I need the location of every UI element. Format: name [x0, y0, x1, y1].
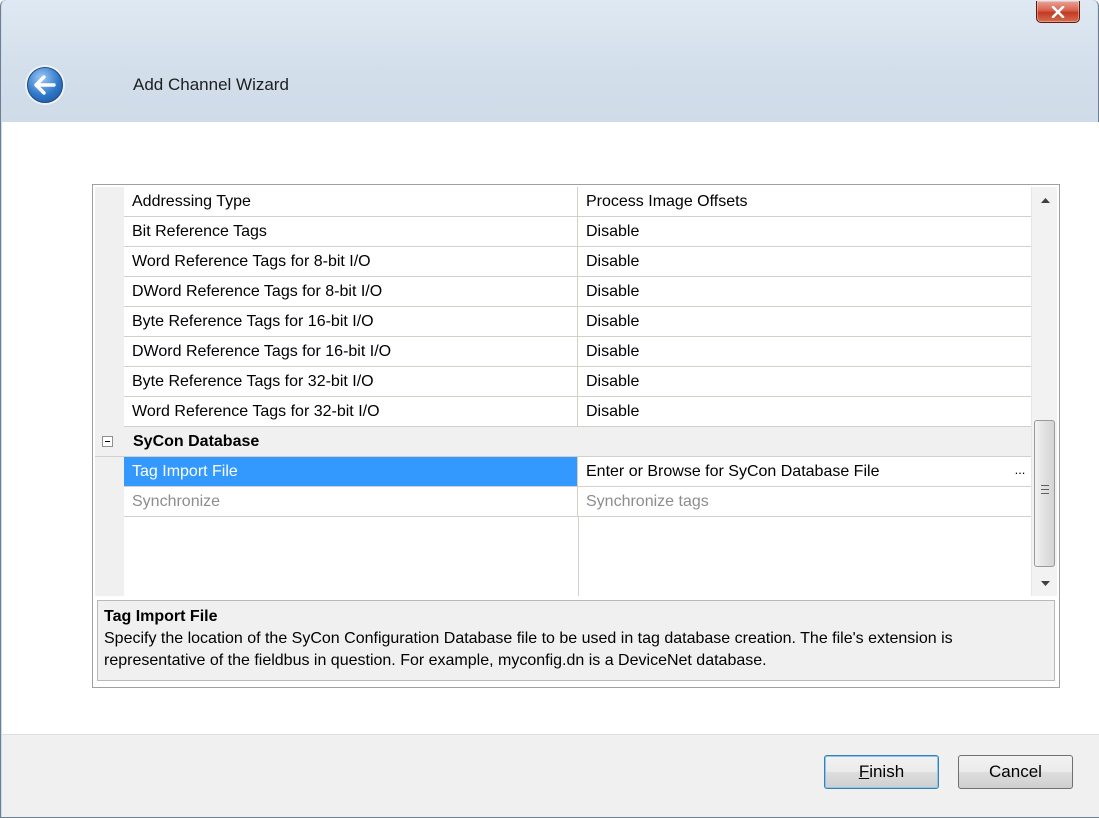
property-row-synchronize: Synchronize Synchronize tags: [95, 487, 1031, 517]
property-value[interactable]: Disable: [578, 217, 1031, 246]
property-row-tag-import-file[interactable]: Tag Import File Enter or Browse for SyCo…: [95, 457, 1031, 487]
property-name: Word Reference Tags for 32-bit I/O: [124, 397, 578, 426]
property-value[interactable]: Disable: [578, 367, 1031, 396]
property-row-bit-reference-tags[interactable]: Bit Reference Tags Disable: [95, 217, 1031, 247]
browse-button[interactable]: ...: [1009, 459, 1031, 484]
property-value[interactable]: Disable: [578, 277, 1031, 306]
property-name: Byte Reference Tags for 32-bit I/O: [124, 367, 578, 396]
category-label: SyCon Database: [133, 433, 260, 450]
property-row-dword-ref-8bit[interactable]: DWord Reference Tags for 8-bit I/O Disab…: [95, 277, 1031, 307]
row-gutter: [95, 307, 124, 337]
property-row-word-ref-8bit[interactable]: Word Reference Tags for 8-bit I/O Disabl…: [95, 247, 1031, 277]
property-row-byte-ref-16bit[interactable]: Byte Reference Tags for 16-bit I/O Disab…: [95, 307, 1031, 337]
property-row-dword-ref-16bit[interactable]: DWord Reference Tags for 16-bit I/O Disa…: [95, 337, 1031, 367]
finish-button[interactable]: Finish: [824, 755, 939, 789]
property-value[interactable]: Disable: [578, 337, 1031, 366]
finish-label-rest: inish: [869, 762, 905, 781]
finish-mnemonic: F: [858, 762, 870, 781]
property-name: DWord Reference Tags for 16-bit I/O: [124, 337, 578, 366]
scroll-down-button[interactable]: [1032, 570, 1058, 596]
property-name: Word Reference Tags for 8-bit I/O: [124, 247, 578, 276]
property-row-word-ref-32bit[interactable]: Word Reference Tags for 32-bit I/O Disab…: [95, 397, 1031, 427]
row-gutter: [95, 367, 124, 397]
column-divider: [578, 517, 579, 596]
row-gutter: [95, 517, 124, 596]
tag-import-file-value[interactable]: Enter or Browse for SyCon Database File: [586, 463, 879, 480]
wizard-window: Add Channel Wizard Addressing Type Proce…: [0, 0, 1099, 818]
row-gutter: [95, 277, 124, 307]
help-panel: Tag Import File Specify the location of …: [97, 600, 1055, 681]
close-icon: [1051, 5, 1065, 18]
property-list: Addressing Type Process Image Offsets Bi…: [95, 187, 1031, 596]
row-gutter: [95, 187, 124, 217]
back-arrow-icon: [34, 75, 56, 95]
property-value[interactable]: Disable: [578, 397, 1031, 426]
back-button[interactable]: [27, 67, 63, 103]
property-value[interactable]: Enter or Browse for SyCon Database File …: [578, 457, 1031, 486]
collapse-icon[interactable]: [102, 436, 113, 447]
property-name: Bit Reference Tags: [124, 217, 578, 246]
scroll-grip-icon: [1041, 485, 1049, 494]
property-name: Tag Import File: [124, 457, 578, 486]
row-gutter: [95, 337, 124, 367]
cancel-button[interactable]: Cancel: [958, 755, 1073, 789]
help-title: Tag Import File: [104, 608, 218, 625]
help-description: Specify the location of the SyCon Config…: [104, 630, 953, 669]
row-gutter: [95, 487, 124, 517]
property-row-byte-ref-32bit[interactable]: Byte Reference Tags for 32-bit I/O Disab…: [95, 367, 1031, 397]
close-button[interactable]: [1036, 1, 1080, 23]
title-bar: Add Channel Wizard: [2, 0, 1097, 122]
row-gutter: [95, 457, 124, 487]
property-name: Synchronize: [124, 487, 578, 516]
window-title: Add Channel Wizard: [133, 75, 289, 94]
scroll-down-arrow-icon: [1040, 580, 1050, 586]
property-name: Addressing Type: [124, 187, 578, 216]
row-gutter: [95, 217, 124, 247]
button-bar: Finish Cancel: [2, 734, 1099, 817]
row-gutter: [95, 397, 124, 427]
vertical-scrollbar[interactable]: [1031, 187, 1057, 596]
property-name: DWord Reference Tags for 8-bit I/O: [124, 277, 578, 306]
property-row-addressing-type[interactable]: Addressing Type Process Image Offsets: [95, 187, 1031, 217]
property-value[interactable]: Process Image Offsets: [578, 187, 1031, 216]
category-sycon-database[interactable]: SyCon Database: [95, 427, 1031, 457]
property-value[interactable]: Disable: [578, 307, 1031, 336]
row-gutter: [95, 247, 124, 277]
property-value[interactable]: Disable: [578, 247, 1031, 276]
property-grid: Addressing Type Process Image Offsets Bi…: [92, 184, 1060, 688]
wizard-content: Addressing Type Process Image Offsets Bi…: [2, 122, 1099, 734]
grid-empty-area: [95, 517, 1031, 596]
scroll-up-arrow-icon: [1040, 197, 1050, 203]
property-name: Byte Reference Tags for 16-bit I/O: [124, 307, 578, 336]
scroll-up-button[interactable]: [1032, 187, 1058, 213]
scroll-thumb[interactable]: [1034, 420, 1055, 567]
property-value: Synchronize tags: [586, 493, 709, 510]
